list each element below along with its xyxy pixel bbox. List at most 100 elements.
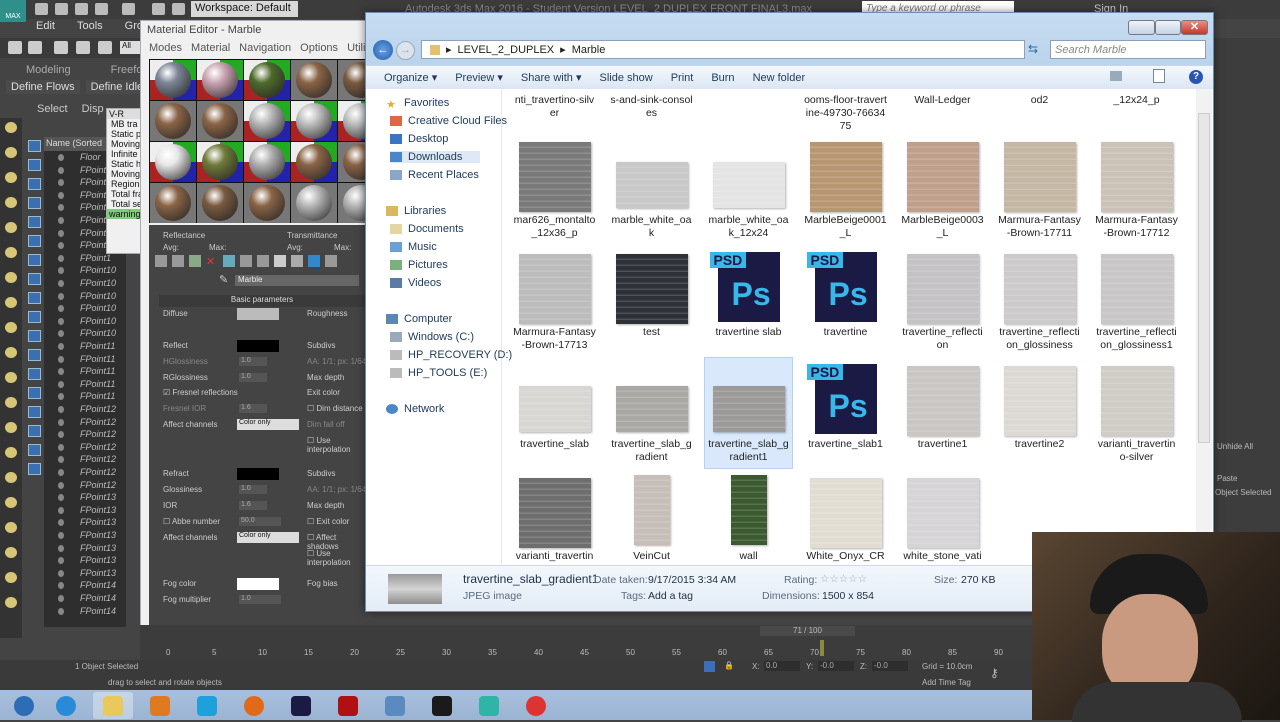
address-bar[interactable]: ▸ LEVEL_2_DUPLEX ▸ Marble: [421, 40, 1025, 59]
undo-icon[interactable]: [8, 41, 22, 54]
scene-object-row[interactable]: FPoint10: [50, 291, 126, 303]
taskbar-acrobat[interactable]: [328, 692, 368, 719]
forward-button[interactable]: →: [396, 41, 415, 60]
material-slot[interactable]: [291, 101, 337, 141]
create-tool-icon[interactable]: [5, 397, 17, 408]
create-tool-icon[interactable]: [5, 172, 17, 183]
key-icon[interactable]: ⚷: [990, 666, 999, 680]
explorer-filter-icon[interactable]: [28, 444, 41, 456]
share-with-button[interactable]: Share with ▾: [521, 71, 582, 84]
file-item[interactable]: travertine_reflection: [898, 245, 987, 357]
material-slot[interactable]: [244, 60, 290, 100]
show-end-result-icon[interactable]: [308, 255, 320, 267]
nav-favorites[interactable]: ★ Favorites: [386, 97, 449, 111]
menu-material[interactable]: Material: [191, 42, 230, 54]
scrollbar-thumb[interactable]: [1198, 113, 1210, 443]
explorer-filter-icon[interactable]: [28, 425, 41, 437]
bind-space-warp-icon[interactable]: [98, 41, 112, 54]
refract-color-swatch[interactable]: [237, 468, 279, 480]
burn-button[interactable]: Burn: [711, 72, 734, 84]
scene-object-row[interactable]: FPoint11: [50, 341, 126, 353]
scene-object-row[interactable]: FPoint13: [50, 555, 126, 567]
create-tool-icon[interactable]: [5, 197, 17, 208]
file-item[interactable]: _12x24_p: [1092, 89, 1181, 133]
create-tool-icon[interactable]: [5, 322, 17, 333]
undo-icon[interactable]: [95, 3, 108, 15]
file-item[interactable]: ooms-floor-travertine-49730-7663475: [801, 89, 890, 133]
nav-hp-tools-e[interactable]: HP_TOOLS (E:): [390, 367, 487, 379]
material-slot[interactable]: [291, 183, 337, 223]
file-item[interactable]: MarbleBeige0003_L: [898, 133, 987, 245]
explorer-filter-icon[interactable]: [28, 159, 41, 171]
scene-object-row[interactable]: FPoint14: [50, 593, 126, 605]
refresh-icon[interactable]: ⇆: [1028, 42, 1038, 56]
back-button[interactable]: ←: [373, 40, 393, 60]
material-slot[interactable]: [197, 142, 243, 182]
file-item[interactable]: PSD Ps travertine_slab1: [801, 357, 890, 469]
workspace-dropdown[interactable]: Workspace: Default: [191, 1, 298, 17]
taskbar-3ds-max[interactable]: [469, 692, 509, 719]
explorer-filter-icon[interactable]: [28, 178, 41, 190]
file-item[interactable]: Marmura-Fantasy-Brown-17712: [1092, 133, 1181, 245]
explorer-filter-icon[interactable]: [28, 292, 41, 304]
close-button[interactable]: ✕: [1181, 20, 1208, 35]
file-item[interactable]: travertine_reflection_glossiness: [995, 245, 1084, 357]
taskbar-camtasia[interactable]: [422, 692, 462, 719]
isolate-selection-icon[interactable]: [704, 661, 715, 672]
scene-object-row[interactable]: FPoint10: [50, 265, 126, 277]
material-name-field[interactable]: Marble: [235, 275, 359, 286]
explorer-filter-icon[interactable]: [28, 216, 41, 228]
fresnel-ior-spinner[interactable]: 1.6: [239, 404, 267, 413]
lock-icon[interactable]: 🔒: [724, 661, 734, 670]
file-item[interactable]: [704, 89, 793, 133]
material-slot[interactable]: [150, 183, 196, 223]
explorer-filter-icon[interactable]: [28, 235, 41, 247]
new-folder-button[interactable]: New folder: [753, 72, 806, 84]
affect-channels-dropdown[interactable]: Color only: [237, 419, 299, 430]
x-coordinate-field[interactable]: 0.0: [764, 661, 800, 671]
scene-object-row[interactable]: FPoint12: [50, 467, 126, 479]
taskbar-chrome[interactable]: [516, 692, 556, 719]
preview-pane-icon[interactable]: [1153, 69, 1165, 83]
scene-object-row[interactable]: FPoint12: [50, 417, 126, 429]
explorer-filter-icon[interactable]: [28, 197, 41, 209]
use-interpolation-checkbox[interactable]: ☐ Use interpolation: [307, 549, 369, 567]
time-slider-marker[interactable]: [820, 640, 824, 656]
create-tool-icon[interactable]: [5, 222, 17, 233]
create-tool-icon[interactable]: [5, 522, 17, 533]
nav-music[interactable]: Music: [390, 241, 437, 253]
explorer-filter-icon[interactable]: [28, 254, 41, 266]
explorer-filter-icon[interactable]: [28, 406, 41, 418]
taskbar-start[interactable]: [4, 692, 44, 719]
taskbar-firefox[interactable]: [234, 692, 274, 719]
material-slot[interactable]: [291, 60, 337, 100]
taskbar-media-player[interactable]: [140, 692, 180, 719]
scene-object-row[interactable]: FPoint14: [50, 580, 126, 592]
scene-object-row[interactable]: FPoint11: [50, 379, 126, 391]
scene-object-row[interactable]: FPoint13: [50, 505, 126, 517]
file-item[interactable]: travertine_slab_gradient: [607, 357, 696, 469]
minimize-button[interactable]: [1128, 20, 1155, 35]
scene-object-row[interactable]: FPoint1: [50, 253, 126, 265]
create-tool-icon[interactable]: [5, 597, 17, 608]
scene-object-row[interactable]: FPoint12: [50, 454, 126, 466]
paste-button[interactable]: Paste: [1217, 474, 1237, 483]
file-item[interactable]: PSD Ps travertine: [801, 245, 890, 357]
breadcrumb-marble[interactable]: Marble: [572, 44, 606, 56]
scene-object-row[interactable]: FPoint12: [50, 480, 126, 492]
assign-material-icon[interactable]: [189, 255, 201, 267]
put-to-library-icon[interactable]: [257, 255, 269, 267]
scene-object-row[interactable]: FPoint10: [50, 316, 126, 328]
breadcrumb-level-2-duplex[interactable]: LEVEL_2_DUPLEX: [458, 44, 555, 56]
hglossiness-spinner[interactable]: 1.0: [239, 357, 267, 366]
file-item[interactable]: varianti_travertino-silver: [1092, 357, 1181, 469]
rating-stars[interactable]: ☆☆☆☆☆: [820, 573, 867, 585]
file-item[interactable]: travertine_slab: [510, 357, 599, 469]
nav-videos[interactable]: Videos: [390, 277, 441, 289]
date-taken-value[interactable]: 9/17/2015 3:34 AM: [648, 574, 736, 586]
select-menu[interactable]: Select: [37, 103, 68, 115]
nav-windows-c[interactable]: Windows (C:): [390, 331, 474, 343]
material-slot[interactable]: [291, 142, 337, 182]
explorer-filter-icon[interactable]: [28, 387, 41, 399]
unhide-all-button[interactable]: Unhide All: [1217, 442, 1253, 451]
